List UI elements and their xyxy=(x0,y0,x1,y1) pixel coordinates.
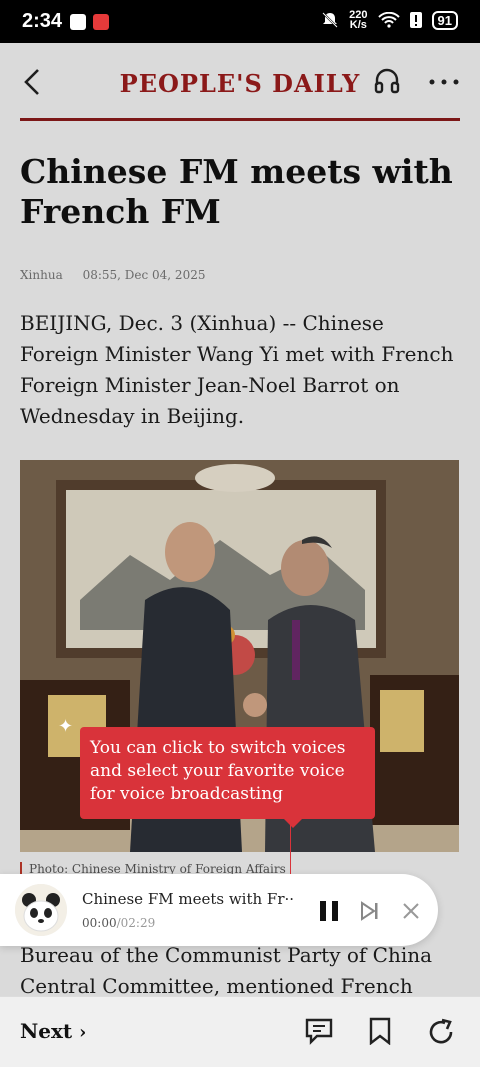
share-icon[interactable] xyxy=(426,1017,456,1047)
battery-level: 91 xyxy=(431,10,458,30)
player-title: Chinese FM meets with Fr·· xyxy=(82,890,294,908)
player-total-time: /02:29 xyxy=(116,916,156,930)
app-notification-icon xyxy=(93,14,109,30)
app-notification-icon xyxy=(70,14,86,30)
voice-switch-tooltip[interactable]: You can click to switch voices and selec… xyxy=(80,727,375,828)
voice-avatar[interactable] xyxy=(15,884,67,936)
player-current-time: 00:00 xyxy=(82,916,117,930)
skip-next-icon[interactable] xyxy=(360,901,380,921)
network-speed-unit: K/s xyxy=(349,19,367,31)
article-source: Xinhua xyxy=(20,268,63,282)
wifi-icon xyxy=(377,12,400,28)
player-time: 00:00/02:29 xyxy=(82,916,155,930)
next-article-label: Next xyxy=(20,1019,73,1043)
comment-icon[interactable] xyxy=(304,1017,334,1045)
next-article-button[interactable]: Next › xyxy=(20,1019,86,1043)
chevron-right-icon: › xyxy=(79,1022,87,1043)
mute-bell-icon xyxy=(322,12,338,28)
status-indicators: 220 K/s 91 xyxy=(321,10,458,31)
status-bar: 2:34 220 K/s 91 xyxy=(0,0,480,43)
more-icon[interactable] xyxy=(428,78,460,86)
article-header: PEOPLE'S DAILY xyxy=(0,43,480,121)
article-lead: BEIJING, Dec. 3 (Xinhua) -- Chinese Fore… xyxy=(20,311,454,428)
alert-icon xyxy=(409,12,422,28)
audio-player[interactable]: Chinese FM meets with Fr·· 00:00/02:29 xyxy=(0,874,438,946)
bottom-bar: Next › xyxy=(0,996,480,1067)
publication-logo: PEOPLE'S DAILY xyxy=(119,69,361,98)
pause-icon[interactable] xyxy=(318,901,340,921)
bookmark-icon[interactable] xyxy=(368,1017,392,1045)
panda-icon xyxy=(15,884,67,936)
headphones-icon[interactable] xyxy=(374,67,400,95)
header-divider xyxy=(20,118,460,121)
article-datetime: 08:55, Dec 04, 2025 xyxy=(82,268,206,282)
status-time: 2:34 xyxy=(22,10,63,32)
article-paragraph: Bureau of the Communist Party of China C… xyxy=(20,943,433,998)
close-icon[interactable] xyxy=(402,902,420,920)
article-meta: Xinhua 08:55, Dec 04, 2025 xyxy=(20,268,221,282)
article-title: Chinese FM meets with French FM xyxy=(20,152,453,231)
sparkle-icon: ✦ xyxy=(58,716,74,737)
network-speed: 220 K/s xyxy=(349,10,367,31)
